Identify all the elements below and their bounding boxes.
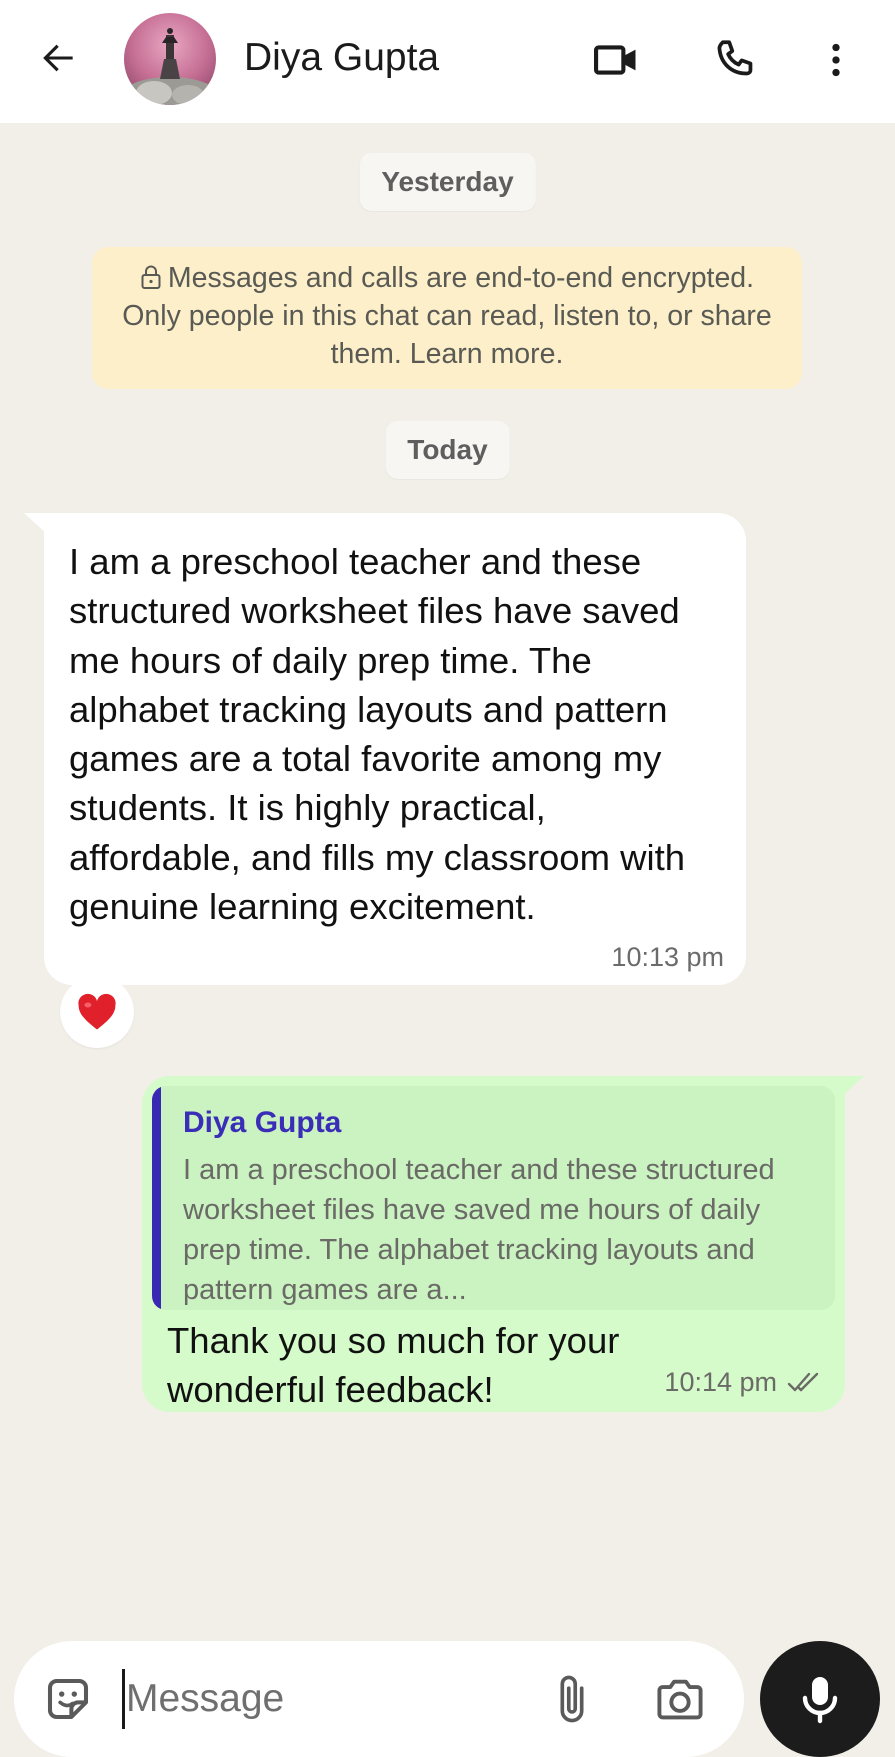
read-ticks-icon <box>787 1372 819 1391</box>
contact-name[interactable]: Diya Gupta <box>244 34 439 82</box>
reaction-badge[interactable] <box>60 976 134 1048</box>
arrow-left-icon <box>43 44 73 72</box>
voice-call-button[interactable] <box>704 30 764 90</box>
avatar[interactable] <box>124 13 216 105</box>
paperclip-icon <box>560 1675 584 1723</box>
phone-icon <box>717 40 753 76</box>
text-caret <box>122 1669 125 1729</box>
outgoing-message[interactable]: Diya Gupta I am a preschool teacher and … <box>142 1076 845 1412</box>
camera-button[interactable] <box>648 1667 712 1731</box>
sticker-button[interactable] <box>38 1669 98 1729</box>
encryption-text: Messages and calls are end-to-end encryp… <box>122 262 772 370</box>
video-call-button[interactable] <box>586 30 646 90</box>
microphone-icon <box>802 1677 838 1724</box>
attach-button[interactable] <box>544 1667 600 1731</box>
video-camera-icon <box>594 45 636 75</box>
chat-header: Diya Gupta <box>0 0 895 123</box>
message-input[interactable] <box>126 1667 456 1731</box>
message-text: Thank you so much for your wonderful fee… <box>167 1320 620 1410</box>
heart-icon <box>78 993 116 1030</box>
message-time: 10:13 pm <box>611 942 724 972</box>
lock-icon <box>141 265 161 289</box>
message-meta: 10:14 pm <box>664 1367 827 1398</box>
sticker-icon <box>47 1678 89 1720</box>
date-chip-yesterday: Yesterday <box>359 153 536 211</box>
quote-text: I am a preschool teacher and these struc… <box>183 1154 775 1306</box>
more-vertical-icon <box>832 43 840 77</box>
camera-icon <box>657 1679 703 1720</box>
quote-author: Diya Gupta <box>183 1106 342 1139</box>
quote-bar <box>152 1086 161 1310</box>
date-chip-today: Today <box>385 421 510 479</box>
message-time: 10:14 pm <box>664 1367 777 1397</box>
encryption-notice[interactable]: Messages and calls are end-to-end encryp… <box>92 247 802 389</box>
back-button[interactable] <box>30 28 86 88</box>
message-composer <box>14 1641 744 1757</box>
message-text: I am a preschool teacher and these struc… <box>69 541 686 928</box>
chat-area[interactable]: Yesterday Messages and calls are end-to-… <box>0 123 895 1633</box>
more-options-button[interactable] <box>806 30 866 90</box>
quoted-message[interactable]: Diya Gupta I am a preschool teacher and … <box>152 1086 835 1310</box>
incoming-message[interactable]: I am a preschool teacher and these struc… <box>44 513 746 985</box>
voice-message-button[interactable] <box>760 1641 880 1757</box>
